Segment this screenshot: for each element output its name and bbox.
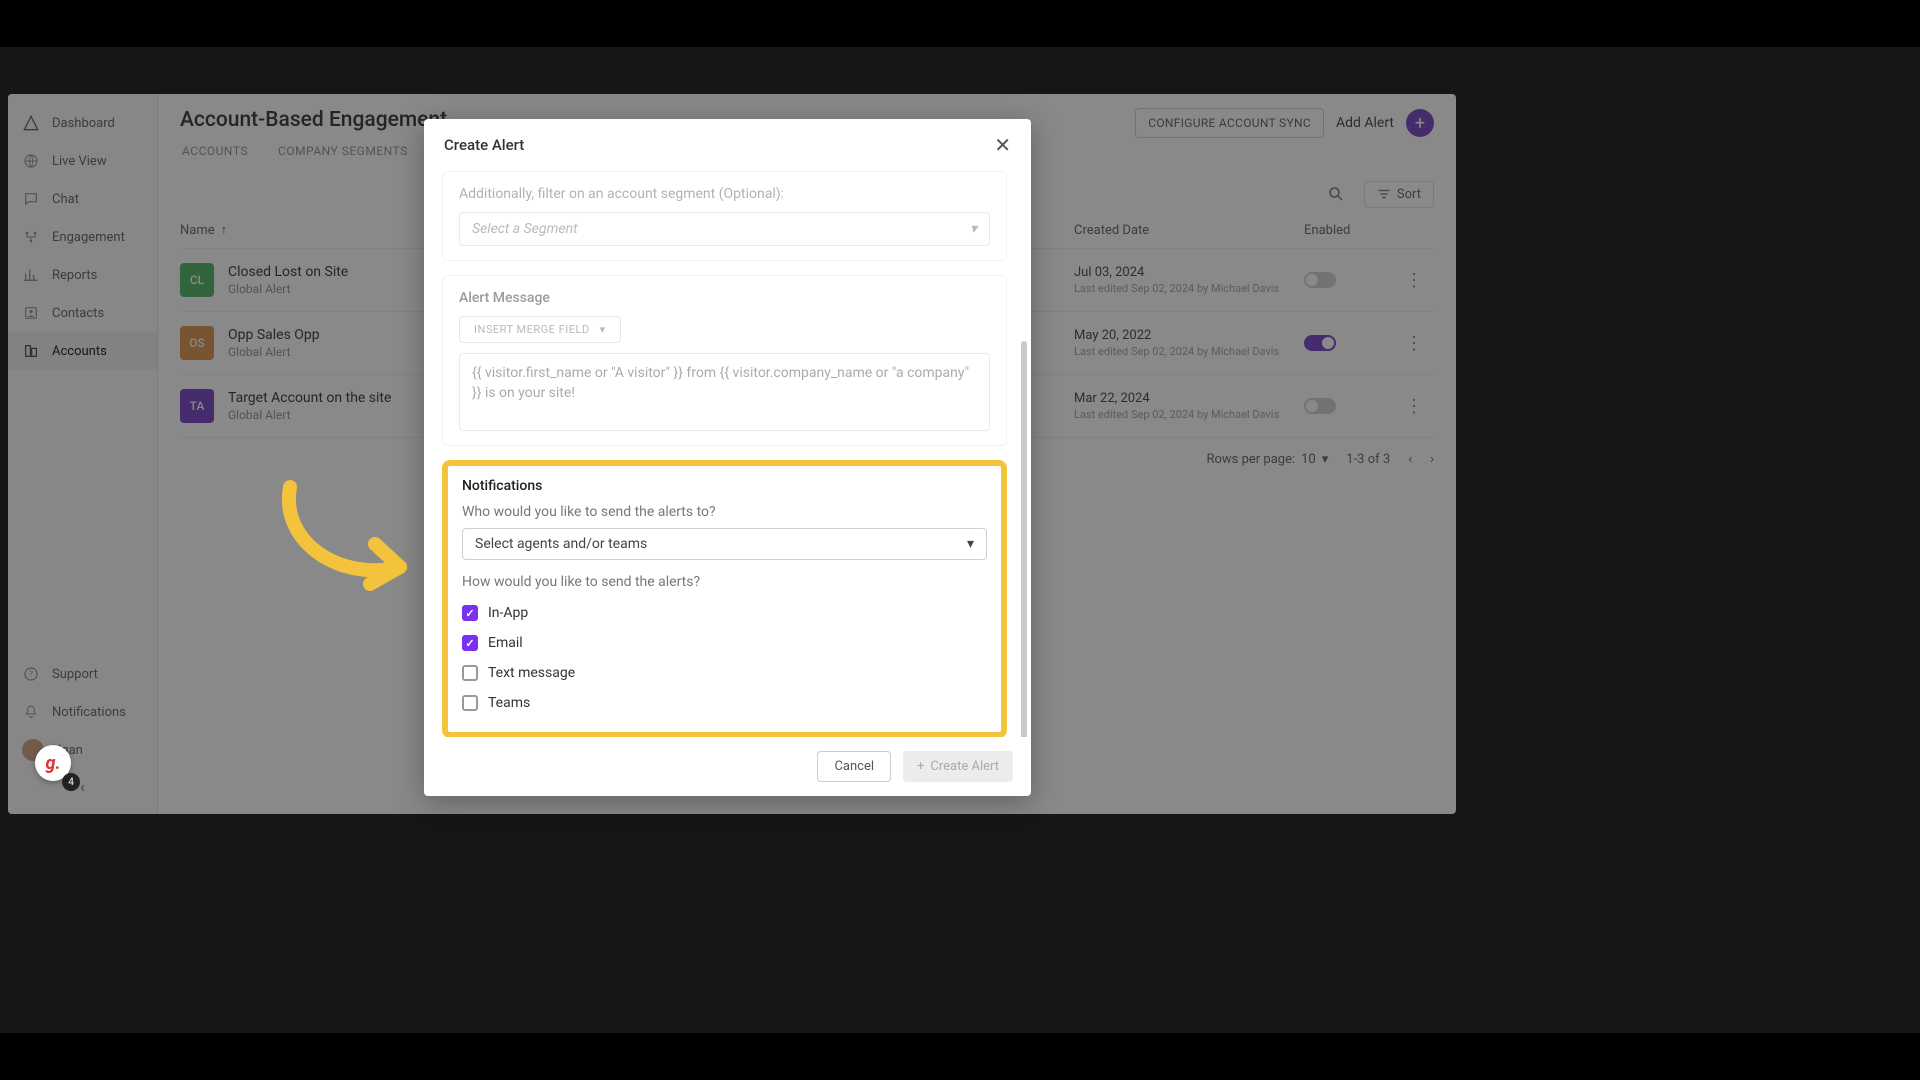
checkbox-icon [462, 635, 478, 651]
channel-email[interactable]: Email [462, 628, 987, 658]
segment-select[interactable]: Select a Segment ▾ [459, 212, 990, 246]
create-alert-modal: Create Alert ✕ Additionally, filter on a… [424, 119, 1031, 796]
plus-icon: + [917, 759, 924, 774]
notifications-card: Notifications Who would you like to send… [442, 460, 1007, 737]
filter-segment-card: Additionally, filter on an account segme… [442, 171, 1007, 261]
close-icon: ✕ [994, 133, 1011, 157]
checkbox-icon [462, 605, 478, 621]
extension-count-badge: 4 [62, 773, 80, 791]
chevron-down-icon: ▾ [967, 536, 974, 552]
chevron-down-icon: ▾ [600, 323, 606, 336]
channel-teams[interactable]: Teams [462, 688, 987, 718]
chevron-down-icon: ▾ [970, 221, 977, 237]
channel-text[interactable]: Text message [462, 658, 987, 688]
modal-footer: Cancel + Create Alert [424, 737, 1031, 796]
alert-message-card: Alert Message INSERT MERGE FIELD ▾ {{ vi… [442, 275, 1007, 446]
cancel-button[interactable]: Cancel [817, 751, 891, 782]
checkbox-icon [462, 665, 478, 681]
segment-placeholder: Select a Segment [472, 221, 578, 237]
agents-teams-select[interactable]: Select agents and/or teams ▾ [462, 528, 987, 560]
modal-close-button[interactable]: ✕ [994, 133, 1011, 157]
insert-merge-field-button[interactable]: INSERT MERGE FIELD ▾ [459, 316, 621, 343]
notif-who-label: Who would you like to send the alerts to… [462, 504, 987, 520]
modal-scrollbar[interactable] [1021, 341, 1027, 737]
notifications-title: Notifications [462, 478, 987, 494]
modal-header: Create Alert ✕ [424, 119, 1031, 171]
alert-message-label: Alert Message [459, 290, 990, 306]
modal-body: Additionally, filter on an account segme… [424, 171, 1031, 737]
channel-inapp[interactable]: In-App [462, 598, 987, 628]
checkbox-icon [462, 695, 478, 711]
notif-how-label: How would you like to send the alerts? [462, 574, 987, 590]
modal-title: Create Alert [444, 136, 524, 154]
filter-label: Additionally, filter on an account segme… [459, 186, 990, 202]
alert-message-textarea[interactable]: {{ visitor.first_name or "A visitor" }} … [459, 353, 990, 431]
create-alert-button[interactable]: + Create Alert [903, 751, 1013, 782]
